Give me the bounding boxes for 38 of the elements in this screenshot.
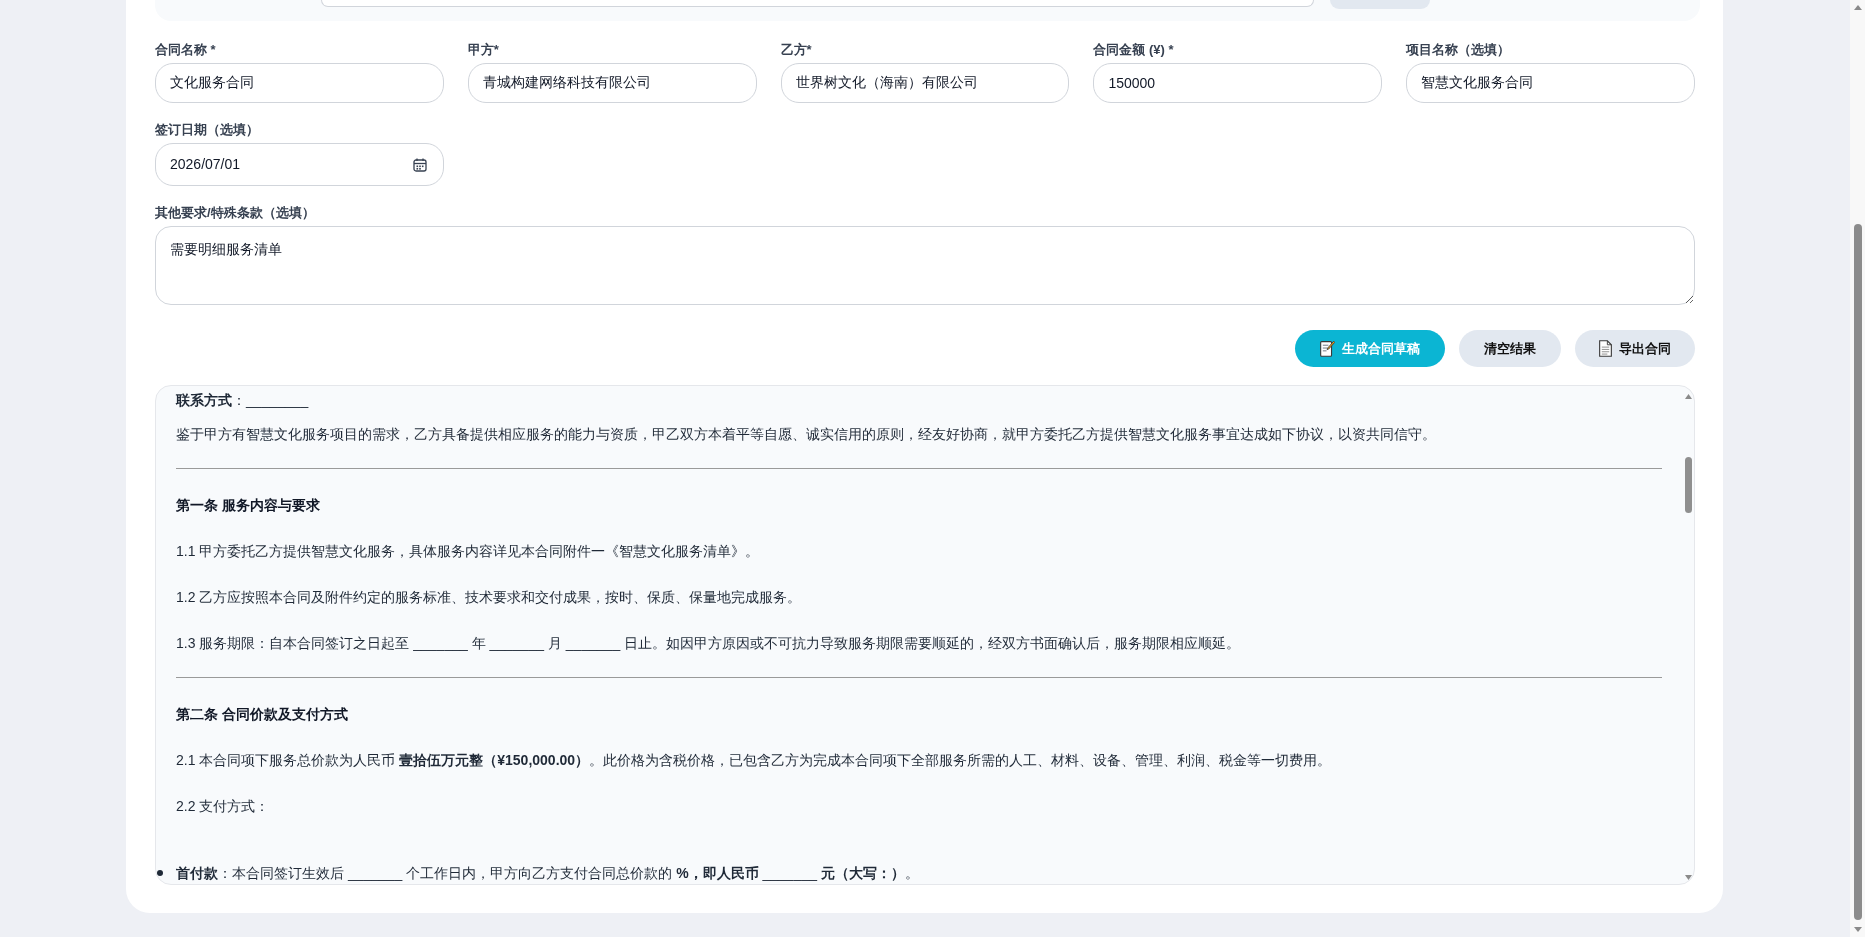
- field-label: 甲方*: [467, 41, 499, 58]
- list-item-text: 首付款：本合同签订生效后 _______ 个工作日内，甲方向乙方支付合同总价款的 %，即人民币 _______ 元（大写：）。: [176, 864, 919, 882]
- export-button[interactable]: 导出合同: [1575, 330, 1695, 367]
- contract-paragraph: 鉴于甲方有智慧文化服务项目的需求，乙方具备提供相应服务的能力与资质，甲乙双方本着平等自愿、诚实信用的原则，经友好协商，就甲方委托乙方提供智慧文化服务事宜达成如下协议，以资共同信守。: [176, 425, 1436, 444]
- scroll-down-arrow-icon[interactable]: [1853, 927, 1862, 932]
- contract-paragraph: 1.3 服务期限：自本合同签订之日起至 _______ 年 _______ 月 _______ 日止。如因甲方原因或不可抗力导致服务期限需要顺延的，经双方书面确认后，服务期限相应顺延。: [176, 634, 1241, 653]
- contract-paragraph: 1.1 甲方委托乙方提供智慧文化服务，具体服务内容详见本合同附件一《智慧文化服务清单》。: [176, 542, 760, 561]
- text-field[interactable]: 世界树文化（海南）有限公司: [780, 63, 1070, 103]
- field-label: 其他要求/特殊条款（选填）: [155, 204, 315, 221]
- contract-paragraph: 联系方式：________: [176, 391, 309, 410]
- text-field[interactable]: 青城构建网络科技有限公司: [467, 63, 757, 103]
- input-field[interactable]: [321, 0, 1314, 7]
- clear-button[interactable]: 清空结果: [1459, 330, 1561, 367]
- contract-paragraph: 1.2 乙方应按照本合同及附件约定的服务标准、技术要求和交付成果，按时、保质、保量地完成服务。: [176, 588, 802, 607]
- field-label: 合同名称 *: [155, 41, 216, 58]
- document-icon: [1599, 340, 1612, 357]
- field-label: 签订日期（选填）: [155, 121, 259, 138]
- contract-paragraph: 2.1 本合同项下服务总价款为人民币 壹拾伍万元整（¥150,000.00）。此价格为含税价格，已包含乙方为完成本合同项下全部服务所需的人工、材料、设备、管理、利润、税金等一切费用。: [176, 751, 1332, 770]
- scrollbar-thumb[interactable]: [1853, 224, 1862, 920]
- text-field[interactable]: 150000: [1093, 63, 1383, 103]
- section-heading: 第二条 合同价款及支付方式: [176, 705, 348, 724]
- scroll-up-arrow-icon[interactable]: [1684, 394, 1692, 399]
- field-label: 合同金额 (¥) *: [1093, 41, 1174, 58]
- text-field[interactable]: 文化服务合同: [155, 63, 444, 103]
- scrollbar-thumb[interactable]: [1684, 457, 1692, 513]
- page-scrollbar[interactable]: [1850, 0, 1865, 937]
- notes-field[interactable]: 需要明细服务清单: [155, 226, 1695, 305]
- scroll-down-arrow-icon[interactable]: [1684, 875, 1692, 880]
- scroll-up-arrow-icon[interactable]: [1853, 5, 1862, 10]
- bullet-icon: [157, 870, 163, 876]
- field-label: 乙方*: [780, 41, 812, 58]
- contract-paragraph: 2.2 支付方式：: [176, 797, 270, 816]
- text-field[interactable]: 智慧文化服务合同: [1406, 63, 1695, 103]
- date-field[interactable]: 2026/07/01: [155, 143, 444, 186]
- memo-icon: [1320, 340, 1335, 357]
- calendar-icon: [412, 157, 427, 172]
- section-heading: 第一条 服务内容与要求: [176, 496, 320, 515]
- field-label: 项目名称（选填）: [1406, 41, 1511, 58]
